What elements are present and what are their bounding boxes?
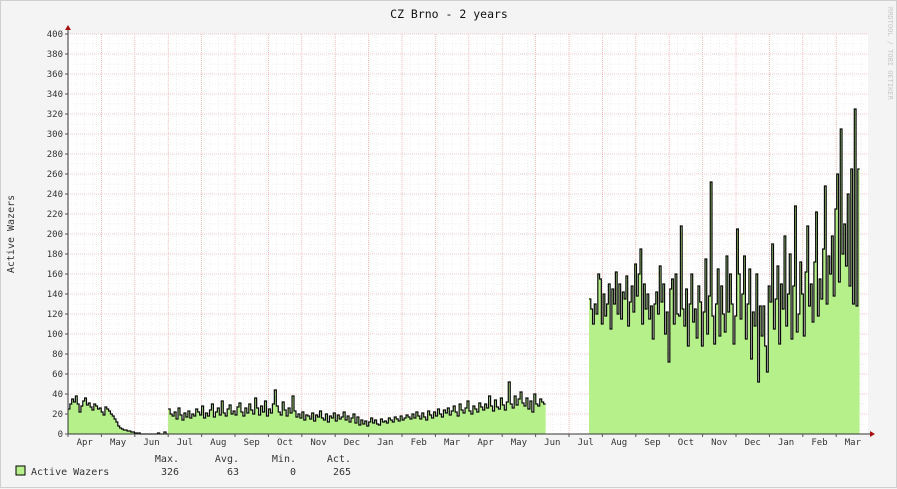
rrd-chart: 0 20 40 60 80 100 120 140 160 180 200 220 240 260 280 3… bbox=[6, 7, 894, 478]
legend-swatch bbox=[15, 465, 26, 476]
watermark: RRDTOOL / TOBI OETIKER bbox=[886, 7, 894, 101]
y-tick-label: 240 bbox=[47, 190, 63, 200]
x-month-label: Jun bbox=[143, 438, 159, 448]
x-month-label: Nov bbox=[711, 438, 727, 448]
x-month-label: Jan bbox=[377, 438, 393, 448]
y-tick-label: 40 bbox=[52, 390, 63, 400]
y-tick-label: 80 bbox=[52, 350, 63, 360]
x-month-label: Aug bbox=[210, 438, 226, 448]
x-month-label: Sep bbox=[244, 438, 260, 448]
y-tick-label: 60 bbox=[52, 370, 63, 380]
graph-frame: 0 20 40 60 80 100 120 140 160 180 200 220 240 260 280 3… bbox=[0, 0, 897, 488]
x-month-label: Jul bbox=[578, 438, 594, 448]
legend-header-max: Max. bbox=[155, 454, 179, 465]
x-month-label: Oct bbox=[277, 438, 293, 448]
x-month-label: Dec bbox=[344, 438, 360, 448]
x-month-label: Mar bbox=[845, 438, 862, 448]
legend: Max. Avg. Min. Act. Active Wazers 326 63… bbox=[15, 454, 351, 478]
x-month-label: Apr bbox=[477, 438, 494, 448]
y-tick-label: 400 bbox=[47, 30, 63, 40]
x-month-label: May bbox=[511, 438, 528, 448]
y-tick-label: 340 bbox=[47, 90, 63, 100]
x-month-label: Mar bbox=[444, 438, 461, 448]
y-tick-label: 160 bbox=[47, 270, 63, 280]
x-month-label: Aug bbox=[611, 438, 627, 448]
x-month-label: Dec bbox=[745, 438, 761, 448]
y-tick-label: 380 bbox=[47, 50, 63, 60]
legend-series-name: Active Wazers bbox=[31, 467, 109, 478]
y-tick-label: 260 bbox=[47, 170, 63, 180]
y-tick-label: 360 bbox=[47, 70, 63, 80]
legend-avg-value: 63 bbox=[227, 467, 239, 478]
legend-max-value: 326 bbox=[161, 467, 179, 478]
y-tick-label: 280 bbox=[47, 150, 63, 160]
y-tick-label: 300 bbox=[47, 130, 63, 140]
y-tick-label: 100 bbox=[47, 330, 63, 340]
x-month-label: Oct bbox=[678, 438, 694, 448]
x-month-label: Sep bbox=[644, 438, 660, 448]
y-tick-label: 120 bbox=[47, 310, 63, 320]
x-month-label: May bbox=[110, 438, 127, 448]
x-axis-arrow bbox=[870, 431, 875, 437]
x-month-label: Jun bbox=[544, 438, 560, 448]
chart-title: CZ Brno - 2 years bbox=[390, 7, 508, 21]
x-month-label: Jul bbox=[177, 438, 193, 448]
legend-min-value: 0 bbox=[290, 467, 296, 478]
y-tick-label: 220 bbox=[47, 210, 63, 220]
x-month-label: Apr bbox=[77, 438, 94, 448]
x-axis-ticks: Apr May Jun Jul Aug Sep Oct Nov Dec Jan Feb Mar Apr M… bbox=[67, 434, 862, 448]
legend-header-avg: Avg. bbox=[215, 454, 239, 465]
x-month-label: Feb bbox=[811, 438, 827, 448]
y-tick-label: 200 bbox=[47, 230, 63, 240]
y-axis-label: Active Wazers bbox=[6, 195, 17, 273]
x-month-label: Feb bbox=[411, 438, 427, 448]
y-tick-label: 140 bbox=[47, 290, 63, 300]
y-tick-label: 320 bbox=[47, 110, 63, 120]
x-month-label: Nov bbox=[310, 438, 326, 448]
y-axis-arrow bbox=[65, 25, 71, 30]
y-tick-label: 20 bbox=[52, 410, 63, 420]
legend-header-act: Act. bbox=[327, 454, 351, 465]
x-month-label: Jan bbox=[778, 438, 794, 448]
y-axis-ticks: 0 20 40 60 80 100 120 140 160 180 200 220 240 260 280 3… bbox=[47, 30, 68, 440]
legend-header-min: Min. bbox=[272, 454, 296, 465]
y-tick-label: 180 bbox=[47, 250, 63, 260]
legend-act-value: 265 bbox=[333, 467, 351, 478]
y-tick-label: 0 bbox=[58, 430, 63, 440]
